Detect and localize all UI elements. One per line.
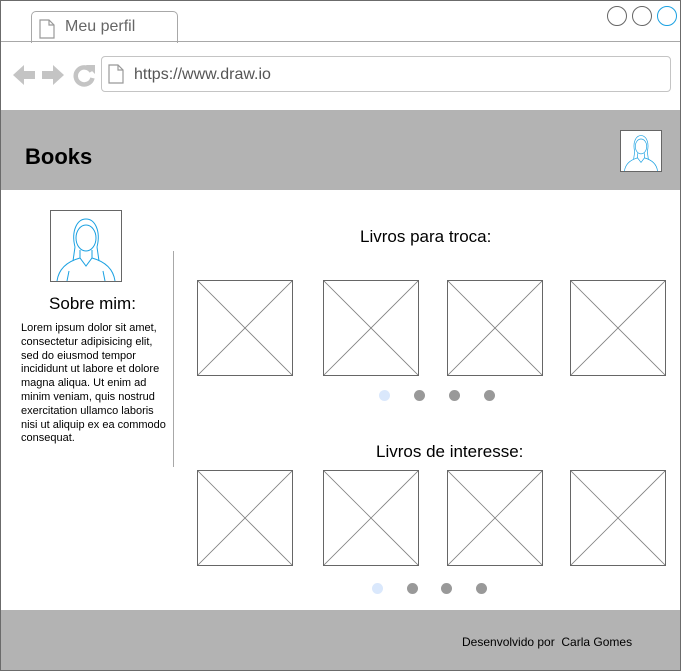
carousel-dot[interactable] (379, 390, 390, 401)
book-image-placeholder[interactable] (323, 280, 419, 376)
about-me-title: Sobre mim: (49, 294, 136, 313)
carousel-dot[interactable] (484, 390, 495, 401)
tab-bar: Meu perfil (1, 1, 680, 43)
carousel-dot[interactable] (407, 583, 418, 594)
carousel-dot[interactable] (449, 390, 460, 401)
maximize-button[interactable] (632, 6, 652, 26)
user-avatar-icon[interactable] (620, 130, 662, 172)
book-image-placeholder[interactable] (570, 280, 666, 376)
carousel-dot[interactable] (372, 583, 383, 594)
page-icon (108, 64, 124, 89)
book-image-placeholder[interactable] (323, 470, 419, 566)
app-header: Books (1, 110, 680, 190)
address-bar[interactable]: https://www.draw.io (101, 56, 671, 92)
navigation-bar: https://www.draw.io (1, 42, 680, 110)
trade-books-title: Livros para troca: (360, 227, 492, 246)
brand-title[interactable]: Books (25, 144, 92, 170)
footer-credits: Desenvolvido por Carla Gomes (462, 635, 633, 649)
profile-avatar (50, 210, 122, 282)
book-image-placeholder[interactable] (570, 470, 666, 566)
url-text: https://www.draw.io (134, 66, 271, 83)
tab-meu-perfil[interactable]: Meu perfil (31, 11, 178, 43)
book-image-placeholder[interactable] (447, 470, 543, 566)
carousel-dot[interactable] (414, 390, 425, 401)
carousel-dot[interactable] (476, 583, 487, 594)
footer: Desenvolvido por Carla Gomes (1, 610, 680, 670)
interest-books-title: Livros de interesse: (376, 442, 524, 461)
book-image-placeholder[interactable] (447, 280, 543, 376)
about-me-text: Lorem ipsum dolor sit amet, consectetur … (21, 322, 166, 445)
carousel-dot[interactable] (441, 583, 452, 594)
book-image-placeholder[interactable] (197, 280, 293, 376)
back-arrow-icon[interactable] (12, 64, 36, 91)
minimize-button[interactable] (607, 6, 627, 26)
reload-icon[interactable] (72, 63, 96, 92)
browser-window: Meu perfil https://www.draw.io Books Sob… (0, 0, 681, 671)
forward-arrow-icon[interactable] (41, 64, 65, 91)
book-image-placeholder[interactable] (197, 470, 293, 566)
close-button[interactable] (657, 6, 677, 26)
column-divider (173, 251, 174, 467)
tab-title: Meu perfil (65, 18, 136, 35)
